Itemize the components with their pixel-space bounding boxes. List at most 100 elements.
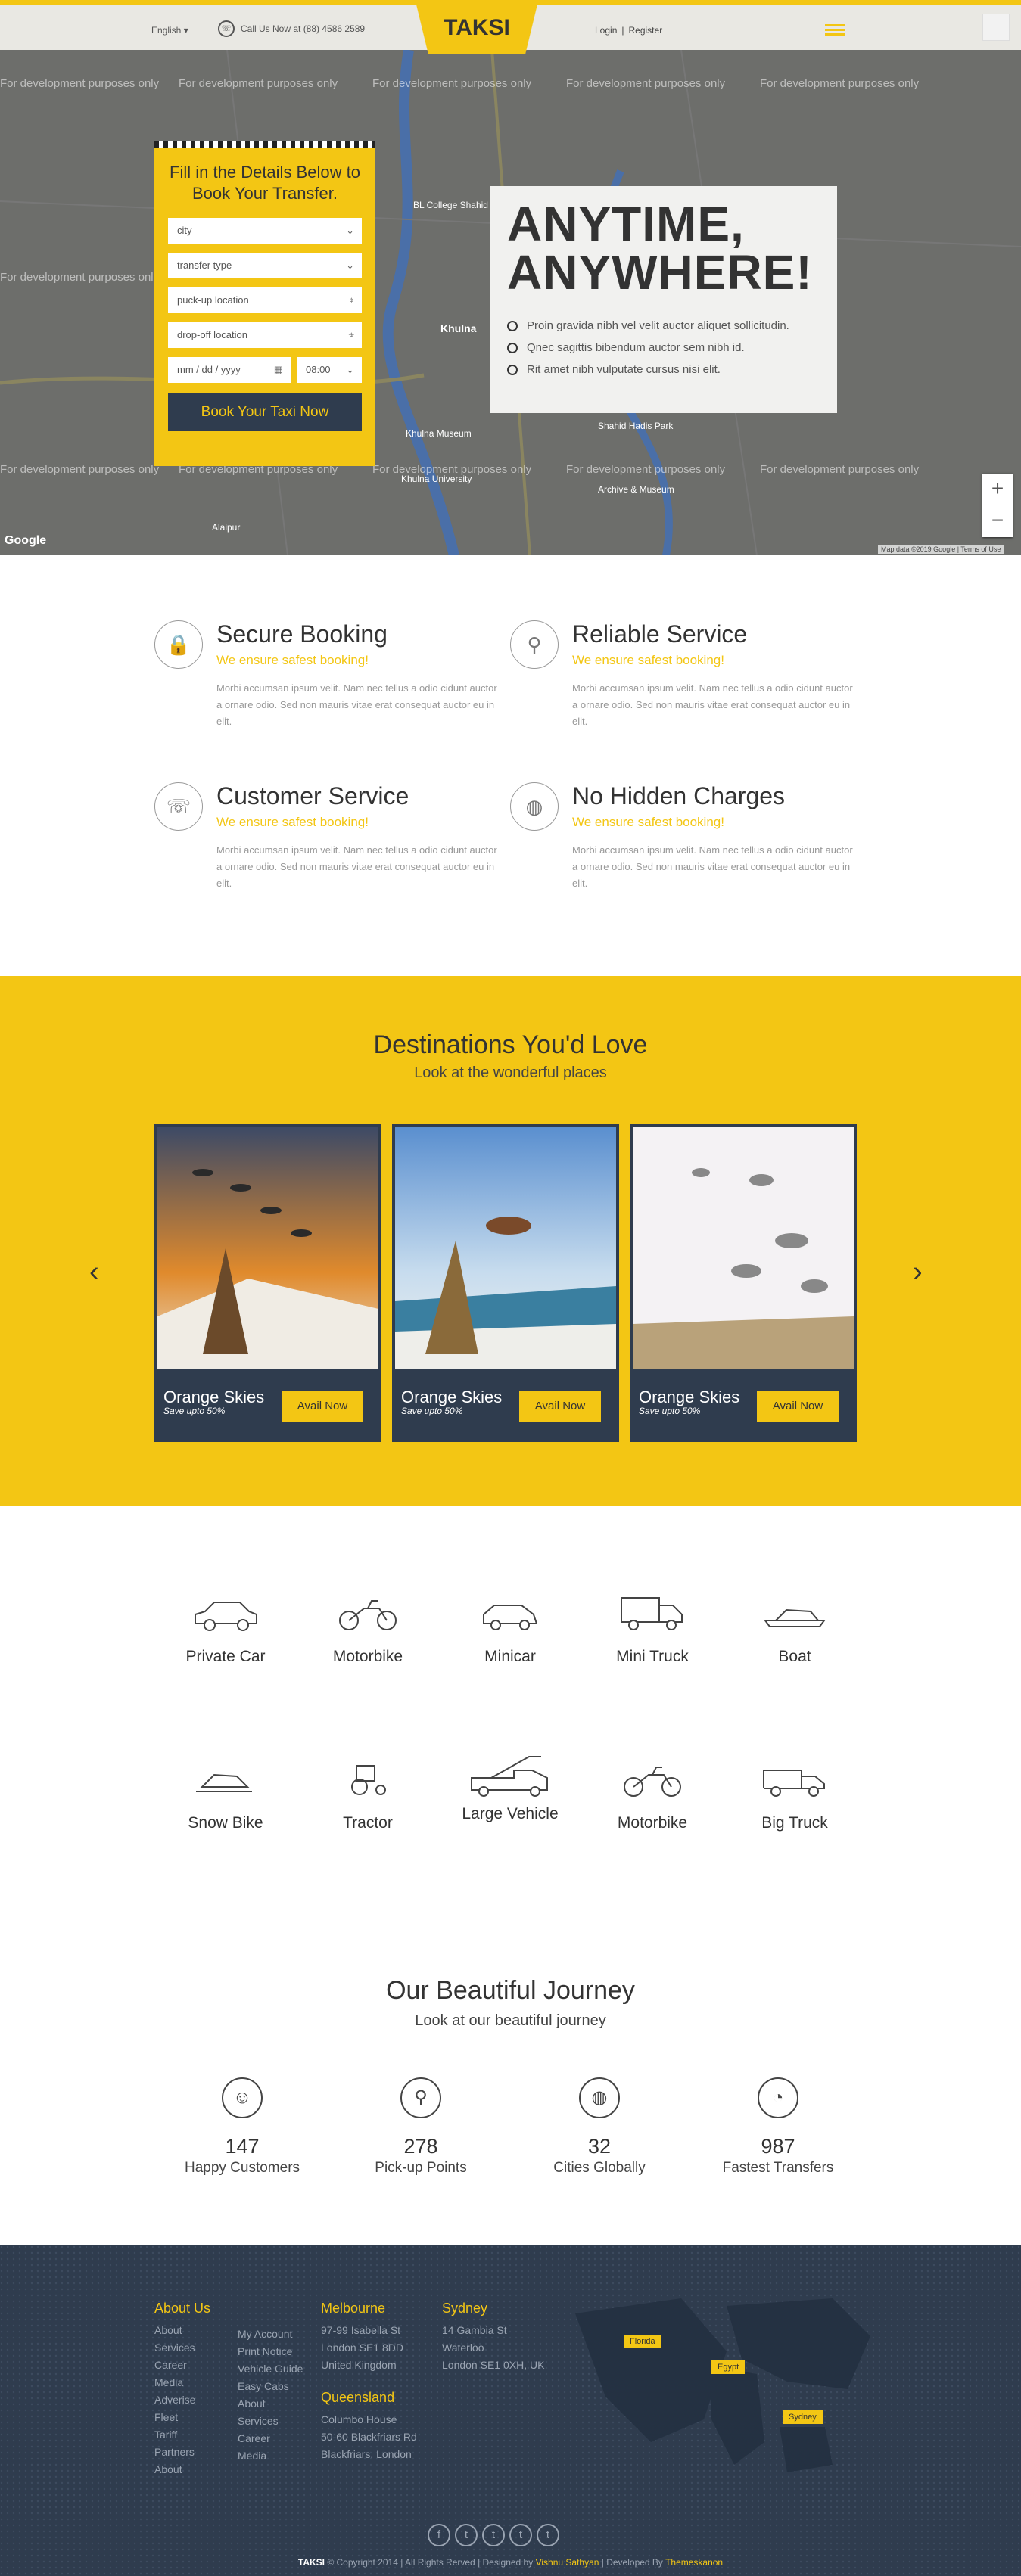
vehicle-motorbike[interactable]: Motorbike	[307, 1595, 428, 1666]
vehicle-large-vehicle[interactable]: Large Vehicle	[450, 1752, 571, 1823]
vehicle-label: Private Car	[185, 1648, 266, 1665]
footer-link[interactable]: Vehicle Guide	[238, 2360, 303, 2378]
footer-link[interactable]: Career	[154, 2357, 210, 2374]
footer-link[interactable]: Services	[154, 2339, 210, 2357]
feature-text: Morbi accumsan ipsum velit. Nam nec tell…	[572, 844, 853, 889]
watermark: For development purposes only	[0, 77, 160, 90]
booking-form: Fill in the Details Below to Book Your T…	[154, 141, 375, 466]
footer-link[interactable]: About	[154, 2322, 210, 2339]
watermark: For development purposes only	[760, 463, 920, 476]
vehicle-minicar[interactable]: Minicar	[450, 1595, 571, 1666]
map-tag-florida[interactable]: Florida	[624, 2335, 661, 2348]
map-tag-egypt[interactable]: Egypt	[711, 2360, 746, 2374]
chevron-down-icon: ⌄	[346, 364, 354, 375]
dropoff-input[interactable]: drop-off location ⌖	[168, 322, 362, 348]
language-select[interactable]: English ▾	[151, 25, 188, 36]
address-line: 50-60 Blackfriars Rd	[321, 2431, 417, 2443]
card-name: Orange Skies	[163, 1387, 265, 1406]
bullet-item: Rit amet nibh vulputate cursus nisi elit…	[507, 363, 837, 376]
feature-no-hidden-charges: ◍ No Hidden Charges We ensure safest boo…	[510, 782, 858, 892]
vehicle-label: Motorbike	[332, 1648, 403, 1665]
footer-link[interactable]: Media	[154, 2374, 210, 2391]
transfer-type-select[interactable]: transfer type ⌄	[168, 253, 362, 278]
map-place: Khulna Museum	[406, 428, 472, 439]
vehicle-private-car[interactable]: Private Car	[165, 1595, 286, 1666]
menu-icon[interactable]	[825, 24, 845, 36]
footer-link[interactable]: Career	[238, 2430, 303, 2447]
vehicle-tractor[interactable]: Tractor	[307, 1761, 428, 1832]
globe-icon: ◍	[579, 2077, 620, 2118]
copyright-brand: TAKSI	[297, 2557, 325, 2568]
vehicle-label: Mini Truck	[616, 1648, 689, 1665]
feature-title: No Hidden Charges	[572, 782, 786, 809]
footer-link[interactable]: Partners	[154, 2444, 210, 2461]
map-attribution[interactable]: Map data ©2019 Google | Terms of Use	[878, 545, 1004, 554]
stat-label: Pick-up Points	[375, 2160, 467, 2176]
footer-link[interactable]: My Account	[238, 2326, 303, 2343]
promo-box: ANYTIME, ANYWHERE! Proin gravida nibh ve…	[490, 186, 837, 413]
card-save: Save upto 50%	[401, 1406, 463, 1416]
footer-heading: Sydney	[442, 2301, 488, 2316]
time-select[interactable]: 08:00 ⌄	[297, 357, 362, 383]
facebook-icon[interactable]: f	[428, 2524, 450, 2546]
vehicle-boat[interactable]: Boat	[734, 1595, 855, 1666]
zoom-in-button[interactable]: +	[982, 474, 1013, 505]
footer-heading: About Us	[154, 2301, 211, 2316]
logo[interactable]: TAKSI	[416, 5, 537, 54]
twitter-icon[interactable]: t	[509, 2524, 532, 2546]
vehicle-big-truck[interactable]: Big Truck	[734, 1761, 855, 1832]
footer-more-links: My Account Print Notice Vehicle Guide Ea…	[238, 2326, 303, 2465]
vehicle-motorbike-2[interactable]: Motorbike	[592, 1761, 713, 1832]
card-save: Save upto 50%	[639, 1406, 701, 1416]
footer-link[interactable]: Media	[238, 2447, 303, 2465]
vehicle-label: Motorbike	[617, 1814, 688, 1832]
footer-heading: Queensland	[321, 2390, 395, 2405]
page: English ▾ ☏ Call Us Now at (88) 4586 258…	[0, 0, 1021, 2576]
footer-link[interactable]: About	[154, 2461, 210, 2478]
pickup-input[interactable]: puck-up location ⌖	[168, 287, 362, 313]
stat-label: Happy Customers	[184, 2160, 300, 2176]
footer-link[interactable]: Fleet	[154, 2409, 210, 2426]
stat-number: 147	[225, 2135, 260, 2158]
avail-now-button[interactable]: Avail Now	[757, 1391, 839, 1422]
vehicle-mini-truck[interactable]: Mini Truck	[592, 1595, 713, 1666]
login-link[interactable]: Login	[590, 25, 621, 36]
address-line: United Kingdom	[321, 2359, 397, 2371]
tractor-icon	[351, 1765, 386, 1795]
footer-link[interactable]: Easy Cabs	[238, 2378, 303, 2395]
date-input[interactable]: mm / dd / yyyy ▦	[168, 357, 291, 383]
map-tag-sydney[interactable]: Sydney	[783, 2410, 823, 2424]
footer-link[interactable]: Tariff	[154, 2426, 210, 2444]
footer: About Us About Services Career Media Adv…	[0, 2245, 1021, 2576]
feature-secure-booking: 🔒 Secure Booking We ensure safest bookin…	[154, 620, 503, 730]
designer-link[interactable]: Vishnu Sathyan	[536, 2557, 599, 2568]
zoom-out-button[interactable]: −	[982, 505, 1013, 537]
footer-link[interactable]: Services	[238, 2413, 303, 2430]
register-link[interactable]: Register	[624, 25, 668, 36]
footer-link[interactable]: About	[238, 2395, 303, 2413]
fullscreen-icon[interactable]	[982, 14, 1010, 41]
developer-link[interactable]: Themeskanon	[665, 2557, 723, 2568]
footer-link[interactable]: Print Notice	[238, 2343, 303, 2360]
stat-number: 278	[403, 2135, 438, 2158]
vehicle-snow-bike[interactable]: Snow Bike	[165, 1761, 286, 1832]
watermark: For development purposes only	[179, 77, 338, 90]
city-select[interactable]: city ⌄	[168, 218, 362, 244]
twitter-icon[interactable]: t	[455, 2524, 478, 2546]
map-place: BL College Shahid	[413, 200, 488, 210]
carousel-next-icon[interactable]: ›	[913, 1256, 923, 1288]
avail-now-button[interactable]: Avail Now	[282, 1391, 363, 1422]
tumblr-icon[interactable]: t	[537, 2524, 559, 2546]
destination-card: Orange Skies Save upto 50% Avail Now	[154, 1124, 381, 1442]
copyright: TAKSI © Copyright 2014 | All Rights Rerv…	[0, 2557, 1021, 2568]
pin-icon: ⚲	[510, 620, 559, 669]
map-zoom-controls: + −	[982, 474, 1013, 537]
avail-now-button[interactable]: Avail Now	[519, 1391, 601, 1422]
feature-subtitle: We ensure safest booking!	[572, 653, 724, 667]
footer-heading: Melbourne	[321, 2301, 386, 2316]
book-taxi-button[interactable]: Book Your Taxi Now	[168, 393, 362, 431]
carousel-prev-icon[interactable]: ‹	[89, 1256, 99, 1288]
hero-map[interactable]: For development purposes only For develo…	[0, 50, 1021, 555]
tumblr-icon[interactable]: t	[482, 2524, 505, 2546]
footer-link[interactable]: Adverise	[154, 2391, 210, 2409]
